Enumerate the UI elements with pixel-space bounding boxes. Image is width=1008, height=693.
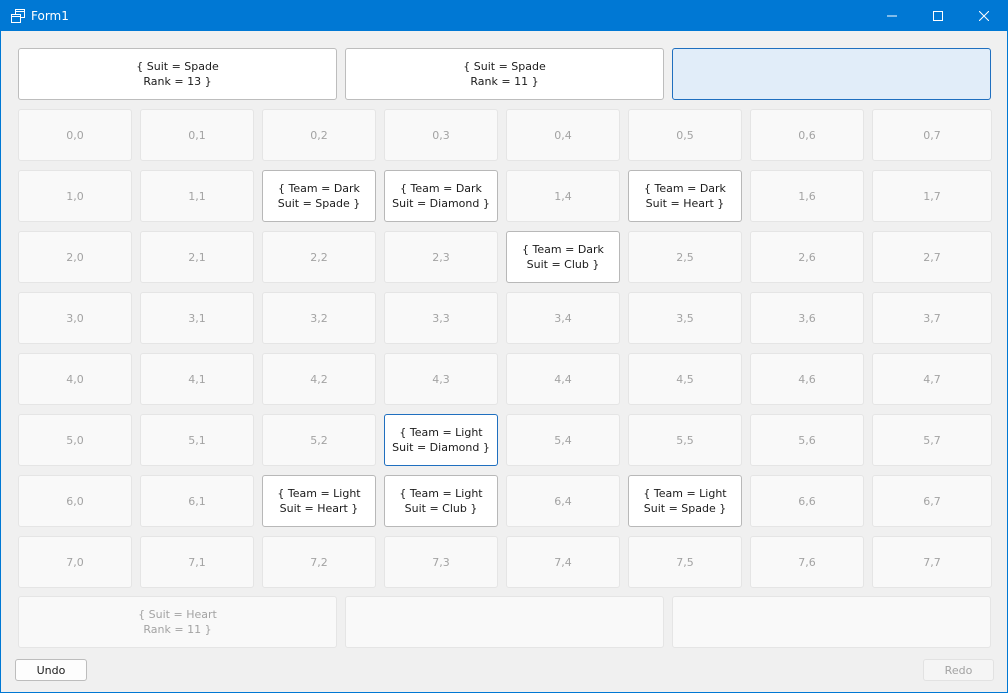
board-cell-4-1[interactable]: 4,1 (140, 353, 254, 405)
maximize-icon (933, 11, 943, 21)
top-slot-0[interactable]: { Suit = Spade Rank = 13 } (18, 48, 337, 100)
board-cell-6-6[interactable]: 6,6 (750, 475, 864, 527)
board-cell-6-2[interactable]: { Team = Light Suit = Heart } (262, 475, 376, 527)
minimize-button[interactable] (869, 1, 915, 31)
board-cell-5-5[interactable]: 5,5 (628, 414, 742, 466)
board-cell-1-0[interactable]: 1,0 (18, 170, 132, 222)
board-cell-2-5[interactable]: 2,5 (628, 231, 742, 283)
board-cell-2-2[interactable]: 2,2 (262, 231, 376, 283)
board-cell-0-3[interactable]: 0,3 (384, 109, 498, 161)
board-cell-7-0[interactable]: 7,0 (18, 536, 132, 588)
board-cell-5-7[interactable]: 5,7 (872, 414, 992, 466)
board-cell-1-6[interactable]: 1,6 (750, 170, 864, 222)
board-cell-0-1[interactable]: 0,1 (140, 109, 254, 161)
board-cell-1-4[interactable]: 1,4 (506, 170, 620, 222)
bottom-slot-1[interactable] (345, 596, 664, 648)
board-cell-5-0[interactable]: 5,0 (18, 414, 132, 466)
board-cell-4-7[interactable]: 4,7 (872, 353, 992, 405)
window-title: Form1 (31, 9, 69, 23)
board-cell-2-4[interactable]: { Team = Dark Suit = Club } (506, 231, 620, 283)
board-cell-1-7[interactable]: 1,7 (872, 170, 992, 222)
board-cell-3-6[interactable]: 3,6 (750, 292, 864, 344)
board-cell-4-6[interactable]: 4,6 (750, 353, 864, 405)
board-cell-0-5[interactable]: 0,5 (628, 109, 742, 161)
board-cell-7-3[interactable]: 7,3 (384, 536, 498, 588)
board-cell-4-4[interactable]: 4,4 (506, 353, 620, 405)
board-cell-4-2[interactable]: 4,2 (262, 353, 376, 405)
board-cell-0-6[interactable]: 0,6 (750, 109, 864, 161)
board-cell-2-1[interactable]: 2,1 (140, 231, 254, 283)
board-cell-5-3[interactable]: { Team = Light Suit = Diamond } (384, 414, 498, 466)
board-cell-0-7[interactable]: 0,7 (872, 109, 992, 161)
board-cell-3-0[interactable]: 3,0 (18, 292, 132, 344)
board-cell-2-0[interactable]: 2,0 (18, 231, 132, 283)
board-cell-0-4[interactable]: 0,4 (506, 109, 620, 161)
bottom-slot-2[interactable] (672, 596, 991, 648)
board-cell-1-2[interactable]: { Team = Dark Suit = Spade } (262, 170, 376, 222)
minimize-icon (887, 11, 897, 21)
app-icon (11, 9, 25, 23)
board-cell-6-5[interactable]: { Team = Light Suit = Spade } (628, 475, 742, 527)
bottom-slot-0[interactable]: { Suit = Heart Rank = 11 } (18, 596, 337, 648)
top-slot-1[interactable]: { Suit = Spade Rank = 11 } (345, 48, 664, 100)
board-cell-7-7[interactable]: 7,7 (872, 536, 992, 588)
board-cell-3-7[interactable]: 3,7 (872, 292, 992, 344)
main-window: Form1 { Suit = Spade Rank = 13 }{ Suit =… (0, 0, 1008, 693)
board-cell-2-3[interactable]: 2,3 (384, 231, 498, 283)
board-cell-5-1[interactable]: 5,1 (140, 414, 254, 466)
board-cell-7-5[interactable]: 7,5 (628, 536, 742, 588)
board-cell-2-7[interactable]: 2,7 (872, 231, 992, 283)
board-cell-3-3[interactable]: 3,3 (384, 292, 498, 344)
board-cell-3-2[interactable]: 3,2 (262, 292, 376, 344)
board-cell-3-1[interactable]: 3,1 (140, 292, 254, 344)
close-icon (979, 11, 989, 21)
board-cell-5-4[interactable]: 5,4 (506, 414, 620, 466)
undo-button[interactable]: Undo (15, 659, 87, 681)
board-cell-7-2[interactable]: 7,2 (262, 536, 376, 588)
close-button[interactable] (961, 1, 1007, 31)
board-cell-7-6[interactable]: 7,6 (750, 536, 864, 588)
board-cell-4-0[interactable]: 4,0 (18, 353, 132, 405)
board-cell-7-1[interactable]: 7,1 (140, 536, 254, 588)
board-cell-5-2[interactable]: 5,2 (262, 414, 376, 466)
board-cell-1-5[interactable]: { Team = Dark Suit = Heart } (628, 170, 742, 222)
board-cell-2-6[interactable]: 2,6 (750, 231, 864, 283)
top-slot-2[interactable] (672, 48, 991, 100)
board-cell-6-3[interactable]: { Team = Light Suit = Club } (384, 475, 498, 527)
board-cell-1-3[interactable]: { Team = Dark Suit = Diamond } (384, 170, 498, 222)
title-bar[interactable]: Form1 (1, 1, 1007, 31)
redo-button[interactable]: Redo (923, 659, 994, 681)
maximize-button[interactable] (915, 1, 961, 31)
board-cell-3-4[interactable]: 3,4 (506, 292, 620, 344)
board-cell-1-1[interactable]: 1,1 (140, 170, 254, 222)
board-cell-4-5[interactable]: 4,5 (628, 353, 742, 405)
board-cell-7-4[interactable]: 7,4 (506, 536, 620, 588)
board-cell-4-3[interactable]: 4,3 (384, 353, 498, 405)
board-cell-6-1[interactable]: 6,1 (140, 475, 254, 527)
board-cell-6-4[interactable]: 6,4 (506, 475, 620, 527)
board-cell-6-0[interactable]: 6,0 (18, 475, 132, 527)
board-cell-3-5[interactable]: 3,5 (628, 292, 742, 344)
board-cell-0-2[interactable]: 0,2 (262, 109, 376, 161)
board-cell-0-0[interactable]: 0,0 (18, 109, 132, 161)
board-cell-5-6[interactable]: 5,6 (750, 414, 864, 466)
board-cell-6-7[interactable]: 6,7 (872, 475, 992, 527)
